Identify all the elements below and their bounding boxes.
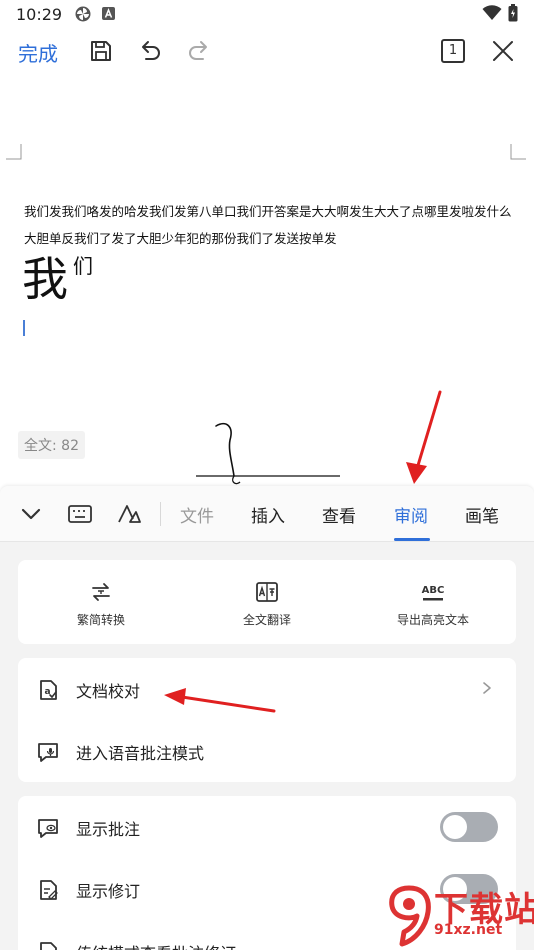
show-revision-icon (40, 880, 58, 900)
proofread-icon: a (40, 680, 57, 700)
classic-mode-icon (40, 942, 57, 950)
active-tab-indicator (394, 538, 430, 541)
ink-sketch (196, 422, 340, 485)
menu-row-show-comments[interactable]: 显示批注 (18, 796, 516, 858)
ribbon-tab-bar: 文件 插入 查看 审阅 画笔 (0, 486, 534, 542)
doc-text-line-2: 大胆单反我们了发了大胆少年犯的那份我们了发送按单发 (24, 231, 337, 246)
done-button[interactable]: 完成 (18, 38, 58, 67)
show-comments-toggle[interactable] (440, 812, 498, 842)
svg-text:ABC: ABC (422, 585, 445, 596)
undo-icon[interactable] (137, 38, 163, 64)
show-comment-icon (38, 819, 58, 838)
margin-corner-left (6, 144, 22, 160)
menu-row-label: 显示批注 (76, 820, 141, 839)
action-export-highlight[interactable]: ABC 导出高亮文本 (350, 560, 516, 644)
chevron-right-icon (483, 682, 491, 694)
tab-insert[interactable]: 插入 (251, 502, 285, 527)
tab-file[interactable]: 文件 (180, 502, 214, 527)
action-label: 全文翻译 (242, 613, 291, 627)
word-count-badge: 全文: 82 (18, 431, 85, 459)
keyboard-icon[interactable] (67, 501, 93, 527)
document-canvas[interactable]: 我们发我们咯发的哈发我们发第八单口我们开答案是大大啊发生大大了点哪里发啦发什么 … (0, 76, 534, 486)
menu-row-label: 传统模式查看批注修订 (76, 940, 236, 950)
menu-row-label: 显示修订 (76, 882, 141, 901)
wifi-icon (482, 5, 502, 20)
save-icon[interactable] (88, 38, 114, 64)
status-time: 10:29 (16, 4, 63, 24)
close-icon[interactable] (490, 38, 516, 64)
doc-large-character: 我 (22, 252, 68, 306)
abc-icon: ABC (422, 585, 445, 601)
menu-row-proofread[interactable]: a 文档校对 (18, 658, 516, 720)
voice-comment-icon (38, 743, 58, 762)
menu-row-voice-comment[interactable]: 进入语音批注模式 (18, 720, 516, 782)
convert-icon (92, 583, 110, 601)
battery-icon (508, 4, 518, 22)
site-watermark: 下载站 91xz.net (384, 880, 534, 950)
redo-icon[interactable] (186, 38, 212, 64)
action-label: 繁简转换 (76, 613, 125, 627)
tab-divider (160, 502, 161, 526)
text-style-icon[interactable] (116, 501, 142, 527)
page-indicator[interactable]: 1 (441, 39, 465, 63)
margin-corner-right (510, 144, 526, 160)
toggle-knob (443, 815, 467, 839)
action-traditional-simplified[interactable]: 繁简转换 (18, 560, 184, 644)
text-cursor (23, 320, 25, 336)
editor-toolbar: 完成 1 (0, 28, 534, 76)
a-badge-icon (102, 7, 116, 20)
action-label: 导出高亮文本 (396, 613, 469, 627)
doc-superscript-character: 们 (73, 254, 93, 278)
action-full-translate[interactable]: 全文翻译 (184, 560, 350, 644)
tab-pen[interactable]: 画笔 (465, 502, 499, 527)
collapse-chevron-icon[interactable] (18, 501, 44, 527)
doc-text-line-1: 我们发我们咯发的哈发我们发第八单口我们开答案是大大啊发生大大了点哪里发啦发什么 (24, 204, 512, 219)
pinwheel-icon (75, 6, 91, 22)
status-bar: 10:29 (0, 0, 534, 28)
proofread-card: a 文档校对 进入语音批注模式 (18, 658, 516, 782)
quick-actions-card: 繁简转换 全文翻译 ABC 导出高亮文本 (18, 560, 516, 644)
menu-row-label: 文档校对 (76, 682, 141, 701)
menu-row-label: 进入语音批注模式 (76, 744, 205, 763)
tab-view[interactable]: 查看 (322, 502, 356, 527)
tab-review[interactable]: 审阅 (394, 502, 428, 527)
watermark-url: 91xz.net (434, 922, 503, 938)
translate-icon (256, 582, 278, 602)
watermark-logo-icon (389, 885, 431, 947)
